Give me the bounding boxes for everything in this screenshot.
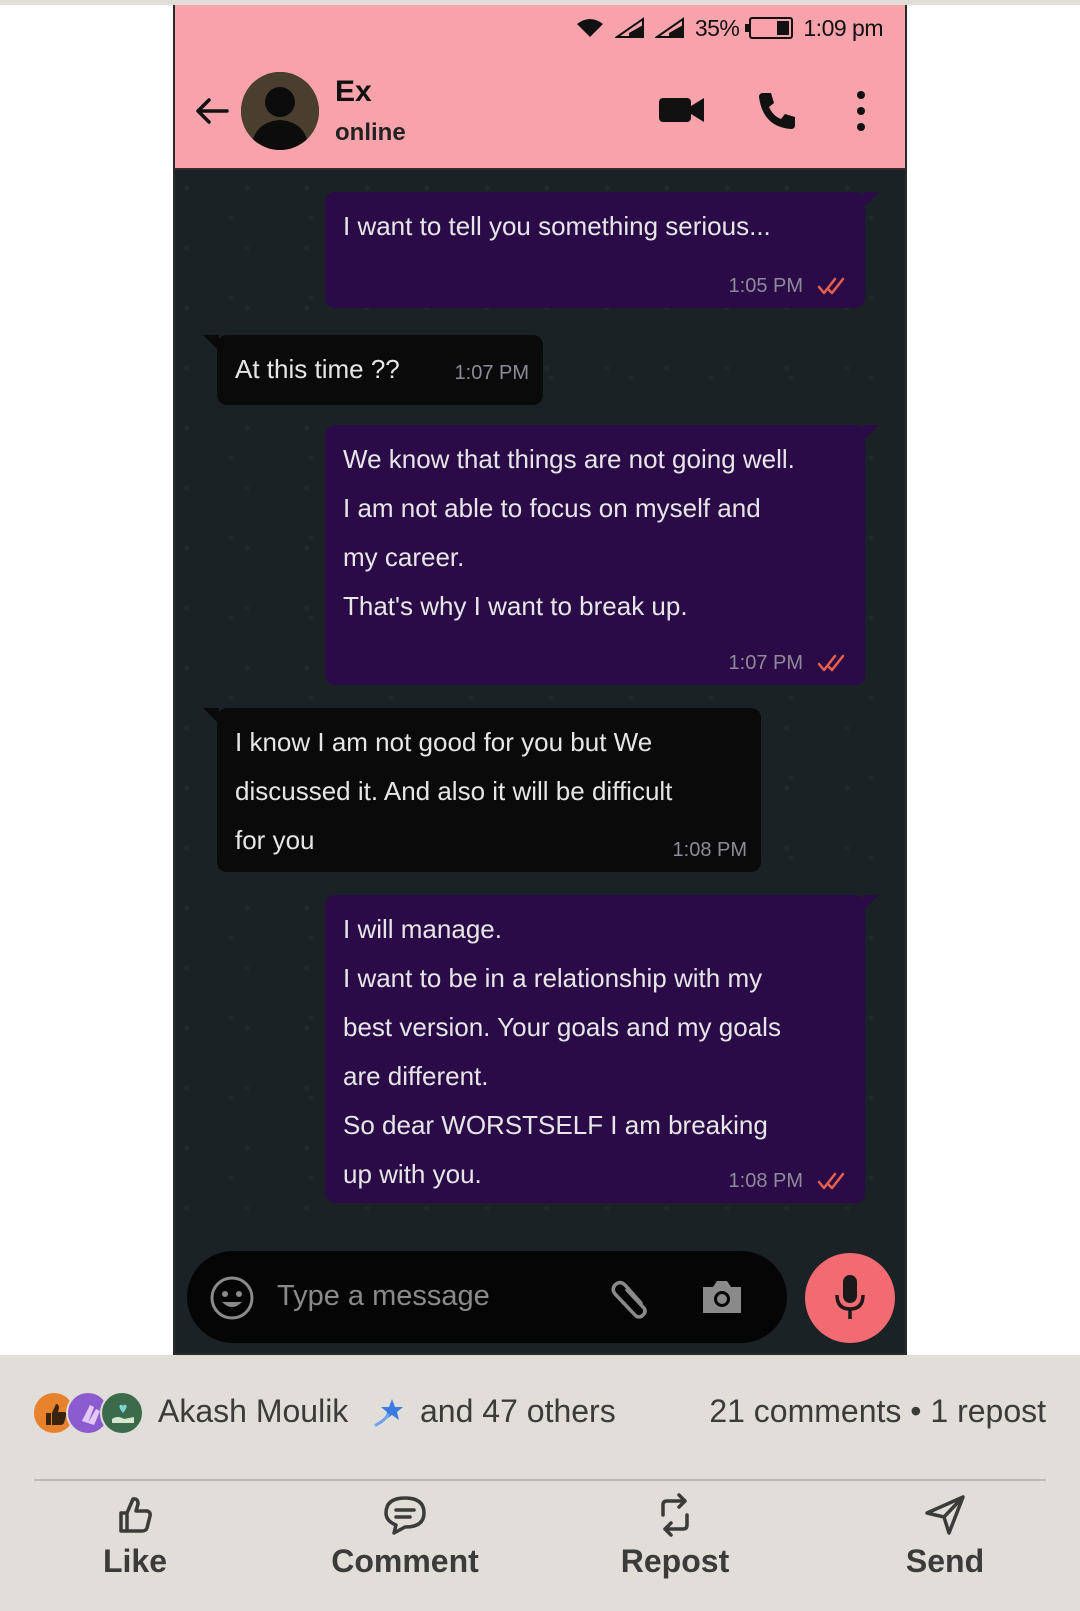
battery-icon <box>745 17 794 39</box>
signal-icon <box>614 17 644 38</box>
reaction-icons[interactable] <box>32 1391 144 1437</box>
send-button[interactable]: Send <box>890 1493 1000 1603</box>
chat-header: Ex online <box>175 51 905 170</box>
message-bubble-outgoing[interactable]: I will manage. I want to be in a relatio… <box>325 895 879 1203</box>
repost-label: Repost <box>620 1543 730 1579</box>
message-text: I will manage. <box>343 914 502 944</box>
message-meta: 1:05 PM <box>729 274 851 298</box>
message-text: That's why I want to break up. <box>343 591 688 621</box>
microphone-icon <box>835 1275 865 1319</box>
repost-button[interactable]: Repost <box>610 1493 740 1603</box>
message-text: I know I am not good for you but We <box>235 727 653 757</box>
message-input[interactable] <box>277 1273 577 1319</box>
avatar[interactable] <box>241 72 319 150</box>
emoji-icon[interactable] <box>209 1275 255 1321</box>
message-text: I want to tell you something serious... <box>343 211 771 241</box>
reactor-name[interactable]: Akash Moulik <box>158 1393 348 1430</box>
post-social-bar: Akash Moulik and 47 others 21 comments •… <box>0 1355 1080 1611</box>
message-composer <box>187 1251 787 1343</box>
message-bubble-incoming[interactable]: I know I am not good for you but We disc… <box>203 708 761 872</box>
wifi-icon <box>576 19 603 37</box>
mic-button[interactable] <box>805 1253 895 1343</box>
reactor-others[interactable]: and 47 others <box>420 1393 616 1430</box>
message-time: 1:08 PM <box>728 1170 803 1192</box>
status-time: 1:09 pm <box>803 14 883 41</box>
message-text: discussed it. And also it will be diffic… <box>235 776 673 806</box>
message-text: We know that things are not going well. <box>343 444 795 474</box>
thumbs-up-icon <box>119 1497 152 1533</box>
message-meta: 1:08 PM <box>729 1169 851 1193</box>
contact-name[interactable]: Ex <box>335 75 372 109</box>
read-ticks-icon <box>817 654 845 672</box>
paperclip-icon[interactable] <box>607 1273 655 1321</box>
comment-button[interactable]: Comment <box>320 1493 490 1603</box>
phone-call-icon[interactable] <box>755 89 799 133</box>
message-time: 1:08 PM <box>672 839 747 861</box>
battery-percent: 35% <box>694 14 740 41</box>
message-time: 1:05 PM <box>728 275 803 297</box>
message-time: 1:07 PM <box>728 652 803 674</box>
message-text: So dear WORSTSELF I am breaking <box>343 1110 768 1140</box>
back-arrow-icon[interactable] <box>191 91 231 131</box>
chat-screenshot: 35% 1:09 pm Ex online I want to tell you… <box>173 5 907 1355</box>
more-options-icon[interactable] <box>853 89 869 133</box>
message-bubble-outgoing[interactable]: I want to tell you something serious... … <box>325 192 879 308</box>
like-label: Like <box>102 1543 168 1579</box>
message-meta: 1:08 PM <box>673 838 747 862</box>
message-bubble-outgoing[interactable]: We know that things are not going well. … <box>325 425 879 685</box>
divider <box>34 1479 1046 1481</box>
contact-status: online <box>335 119 406 146</box>
message-text: are different. <box>343 1061 489 1091</box>
read-ticks-icon <box>817 277 845 295</box>
message-text: for you <box>235 825 315 855</box>
repost-icon <box>661 1493 689 1537</box>
send-icon <box>925 1495 965 1535</box>
post-stats[interactable]: 21 comments • 1 repost <box>709 1393 1046 1430</box>
read-ticks-icon <box>817 1172 845 1190</box>
comment-label: Comment <box>331 1543 479 1579</box>
message-text: I want to be in a relationship with my <box>343 963 763 993</box>
signal-icon-2 <box>654 17 684 38</box>
support-reaction-icon <box>100 1391 144 1435</box>
message-list[interactable]: I want to tell you something serious... … <box>175 170 905 1250</box>
like-button[interactable]: Like <box>80 1493 190 1603</box>
message-text: my career. <box>343 542 465 572</box>
camera-icon[interactable] <box>699 1275 745 1317</box>
send-label: Send <box>905 1543 985 1579</box>
message-time: 1:07 PM <box>454 362 529 384</box>
message-meta: 1:07 PM <box>729 651 851 675</box>
message-text: best version. Your goals and my goals <box>343 1012 781 1042</box>
video-call-icon[interactable] <box>657 93 707 127</box>
message-meta: 1:07 PM <box>455 361 529 385</box>
comment-icon <box>384 1496 426 1535</box>
message-bubble-incoming[interactable]: At this time ?? 1:07 PM <box>203 335 543 405</box>
message-text: I am not able to focus on myself and <box>343 493 761 523</box>
shooting-star-icon <box>374 1399 403 1427</box>
status-bar: 35% 1:09 pm <box>175 5 905 51</box>
